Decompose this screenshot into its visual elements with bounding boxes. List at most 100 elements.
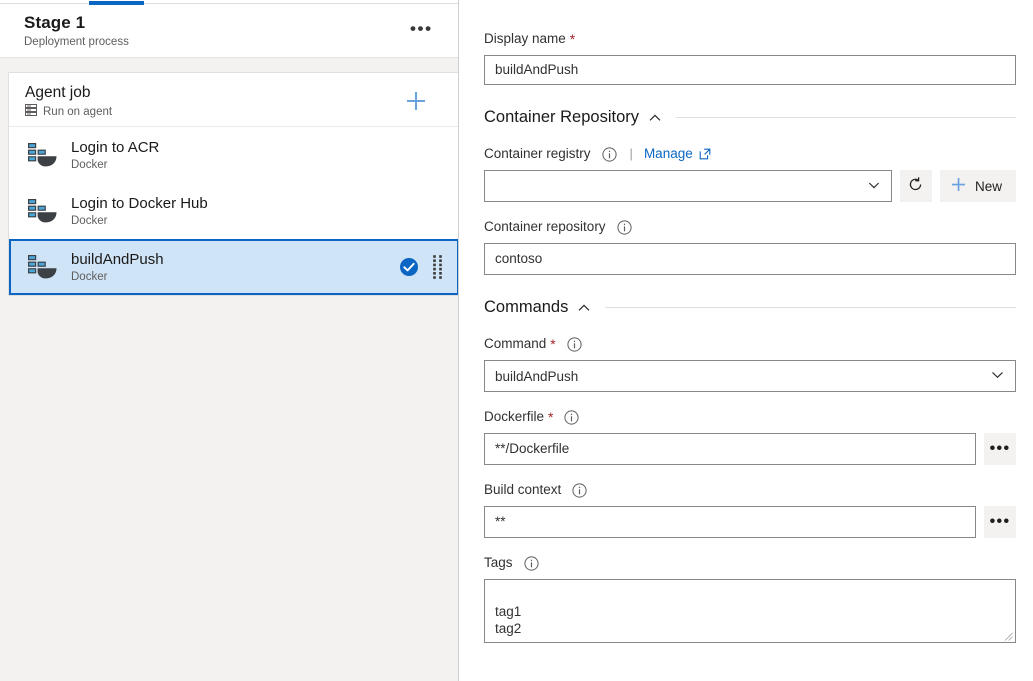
task-settings-pane: Display name * buildAndPush Container Re… xyxy=(459,0,1033,681)
tab-strip-rule xyxy=(0,3,459,4)
agent-job-card: Agent job Run on agent xyxy=(8,72,458,296)
commands-section-header[interactable]: Commands xyxy=(484,297,1016,318)
agent-job-subtitle-row: Run on agent xyxy=(25,104,458,121)
tags-field-block: Tags tag1 tag2 xyxy=(484,554,1016,643)
tags-textarea-value: tag1 tag2 xyxy=(495,604,521,636)
info-icon[interactable] xyxy=(567,337,582,352)
docker-icon-svg xyxy=(25,252,59,282)
dockerfile-label-row: Dockerfile * xyxy=(484,408,1016,426)
docker-icon-svg xyxy=(25,140,59,170)
task-enabled-badge[interactable] xyxy=(399,257,419,277)
task-type: Docker xyxy=(71,214,456,229)
command-dropdown[interactable]: buildAndPush xyxy=(484,360,1016,392)
pipeline-left-pane: Stage 1 Deployment process ••• Agent job xyxy=(0,0,459,681)
task-row[interactable]: buildAndPushDocker xyxy=(9,239,459,295)
task-type: Docker xyxy=(71,158,456,173)
manage-registry-link[interactable]: Manage xyxy=(644,145,693,163)
external-link-icon[interactable] xyxy=(699,148,711,160)
dockerfile-input[interactable]: **/Dockerfile xyxy=(484,433,976,465)
chevron-down-icon xyxy=(867,178,881,195)
commands-section-title: Commands xyxy=(484,297,568,318)
task-list: Login to ACRDockerLogin to Docker HubDoc… xyxy=(9,127,458,295)
dockerfile-controls-row: **/Dockerfile ••• xyxy=(484,433,1016,465)
chevron-up-icon[interactable] xyxy=(648,111,662,125)
app-root: Stage 1 Deployment process ••• Agent job xyxy=(0,0,1033,681)
task-type: Docker xyxy=(71,270,399,285)
command-label: Command xyxy=(484,335,546,353)
new-registry-button-label: New xyxy=(975,179,1002,194)
agent-job-subtitle-label: Run on agent xyxy=(43,105,112,120)
info-icon[interactable] xyxy=(617,220,632,235)
container-repository-section-title: Container Repository xyxy=(484,107,639,128)
container-repository-input[interactable]: contoso xyxy=(484,243,1016,275)
stage-subtitle: Deployment process xyxy=(24,35,442,50)
info-icon[interactable] xyxy=(602,147,617,162)
agent-job-header[interactable]: Agent job Run on agent xyxy=(9,73,458,127)
build-context-controls-row: ** ••• xyxy=(484,506,1016,538)
chevron-up-icon[interactable] xyxy=(577,301,591,315)
add-task-button[interactable] xyxy=(404,89,428,113)
chevron-down-icon xyxy=(990,367,1005,385)
task-name: Login to Docker Hub xyxy=(71,194,456,213)
dockerfile-browse-button[interactable]: ••• xyxy=(984,433,1016,465)
display-name-field-block: Display name * buildAndPush xyxy=(484,30,1016,85)
container-repository-label: Container repository xyxy=(484,218,606,236)
command-selected-value: buildAndPush xyxy=(495,369,578,384)
drag-handle-icon xyxy=(432,254,444,280)
docker-icon xyxy=(25,252,59,282)
task-text-group: buildAndPushDocker xyxy=(71,250,399,285)
label-separator: | xyxy=(630,145,633,163)
tags-textarea[interactable]: tag1 tag2 xyxy=(484,579,1016,643)
build-context-label-row: Build context xyxy=(484,481,1016,499)
command-label-row: Command * xyxy=(484,335,1016,353)
new-registry-button[interactable]: New xyxy=(940,170,1016,202)
server-rack-icon xyxy=(25,104,37,121)
refresh-icon xyxy=(907,176,924,196)
stage-header: Stage 1 Deployment process ••• xyxy=(0,6,458,58)
stage-title: Stage 1 xyxy=(24,12,442,34)
task-name: Login to ACR xyxy=(71,138,456,157)
tags-label: Tags xyxy=(484,554,513,572)
dockerfile-field-block: Dockerfile * **/Dockerfile ••• xyxy=(484,408,1016,465)
build-context-input[interactable]: ** xyxy=(484,506,976,538)
build-context-label: Build context xyxy=(484,481,561,499)
container-repository-section-header[interactable]: Container Repository xyxy=(484,107,1016,128)
display-name-label: Display name xyxy=(484,30,566,48)
container-registry-controls-row: New xyxy=(484,170,1016,202)
build-context-browse-button[interactable]: ••• xyxy=(984,506,1016,538)
dockerfile-required-asterisk: * xyxy=(548,408,553,426)
task-text-group: Login to Docker HubDocker xyxy=(71,194,456,229)
active-tab-indicator[interactable] xyxy=(89,1,144,5)
command-field-block: Command * buildAndPush xyxy=(484,335,1016,392)
task-drag-handle[interactable] xyxy=(429,254,447,280)
docker-icon xyxy=(25,140,59,170)
build-context-field-block: Build context ** ••• xyxy=(484,481,1016,538)
commands-section-rule xyxy=(605,307,1016,308)
container-repository-label-row: Container repository xyxy=(484,218,1016,236)
container-repository-section-rule xyxy=(676,117,1016,118)
container-registry-label-row: Container registry | Manage xyxy=(484,145,1016,163)
resize-grip-icon[interactable] xyxy=(1004,632,1013,641)
dockerfile-label: Dockerfile xyxy=(484,408,544,426)
task-enabled-check-icon xyxy=(399,257,419,277)
display-name-input[interactable]: buildAndPush xyxy=(484,55,1016,85)
display-name-required-asterisk: * xyxy=(570,30,575,48)
plus-icon xyxy=(950,176,967,196)
stage-more-options-button[interactable]: ••• xyxy=(410,24,432,42)
info-icon[interactable] xyxy=(564,410,579,425)
refresh-registry-button[interactable] xyxy=(900,170,932,202)
container-registry-field-block: Container registry | Manage xyxy=(484,145,1016,202)
container-registry-label: Container registry xyxy=(484,145,591,163)
container-registry-dropdown[interactable] xyxy=(484,170,892,202)
info-icon[interactable] xyxy=(572,483,587,498)
task-name: buildAndPush xyxy=(71,250,399,269)
display-name-label-row: Display name * xyxy=(484,30,1016,48)
task-row[interactable]: Login to ACRDocker xyxy=(9,127,458,183)
command-required-asterisk: * xyxy=(550,335,555,353)
tags-label-row: Tags xyxy=(484,554,1016,572)
container-repository-field-block: Container repository contoso xyxy=(484,218,1016,275)
task-row[interactable]: Login to Docker HubDocker xyxy=(9,183,458,239)
docker-icon-svg xyxy=(25,196,59,226)
info-icon[interactable] xyxy=(524,556,539,571)
task-text-group: Login to ACRDocker xyxy=(71,138,456,173)
